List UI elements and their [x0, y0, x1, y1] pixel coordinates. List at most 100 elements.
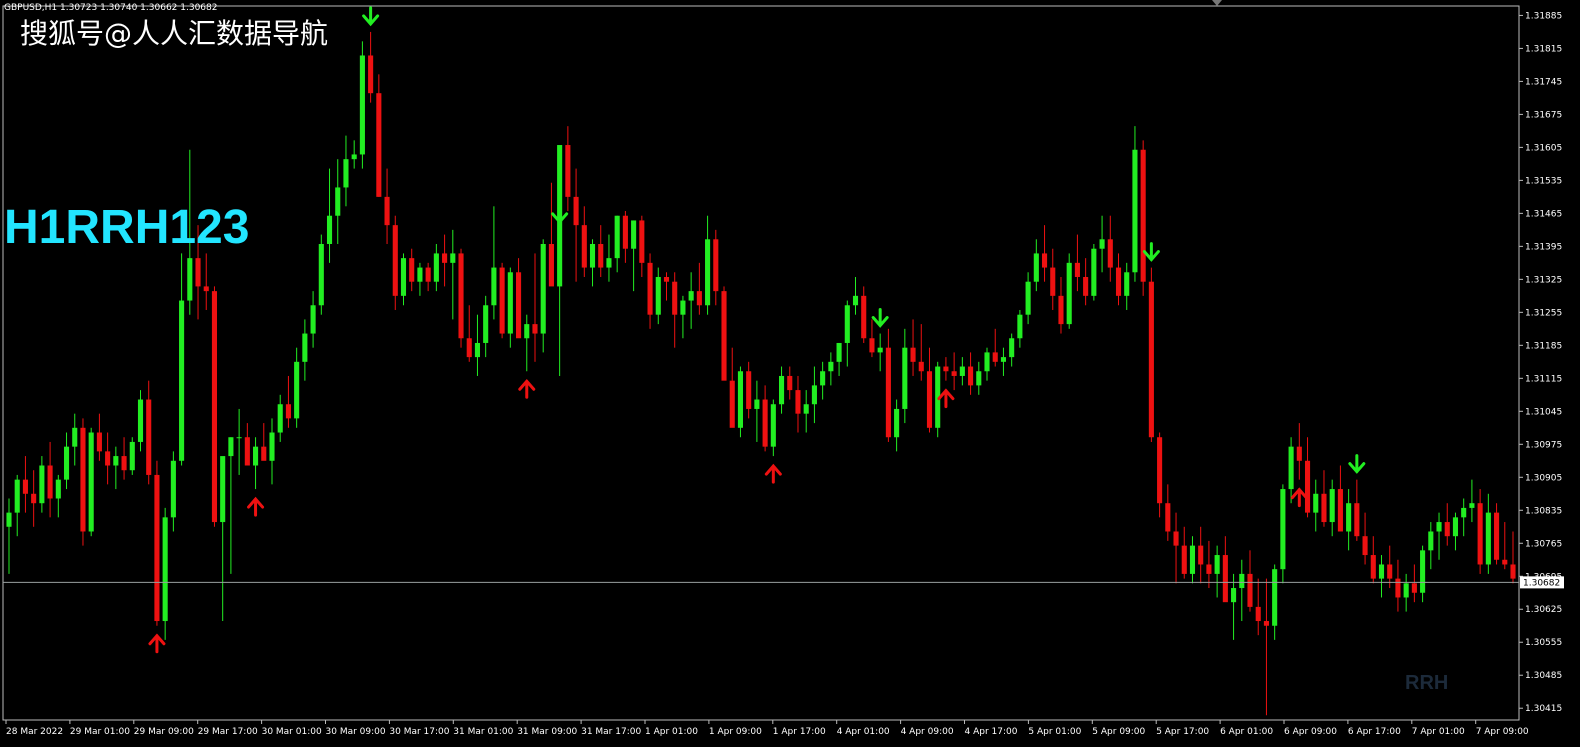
- candle-body: [105, 451, 111, 466]
- candle-body: [1107, 239, 1113, 268]
- x-tick-label: 29 Mar 09:00: [134, 727, 194, 737]
- candle-body: [861, 295, 867, 339]
- candle-body: [1050, 267, 1056, 296]
- candle-body: [129, 441, 135, 471]
- candle-body: [1346, 503, 1352, 532]
- candle-body: [179, 300, 185, 461]
- candle-body: [902, 347, 908, 409]
- candle-body: [688, 291, 694, 301]
- candle-body: [1313, 493, 1319, 513]
- candle-body: [474, 342, 481, 358]
- candle-body: [1066, 262, 1072, 325]
- candle-body: [1033, 253, 1039, 282]
- y-tick-label: 1.31535: [1525, 176, 1562, 186]
- candle-body: [1452, 517, 1459, 537]
- candle-body: [524, 324, 530, 339]
- candle-body: [622, 215, 628, 249]
- candle-body: [442, 253, 448, 263]
- candle-body: [631, 220, 637, 249]
- candle-body: [72, 427, 78, 447]
- candle-body: [1469, 503, 1475, 508]
- buy-arrow-icon: [247, 496, 265, 517]
- candle-body: [170, 460, 176, 518]
- candle-body: [1288, 446, 1294, 490]
- candle-body: [787, 375, 793, 391]
- candle-body: [968, 366, 974, 386]
- candle-body: [1157, 437, 1163, 504]
- x-tick-label: 5 Apr 09:00: [1092, 727, 1145, 737]
- candle-body: [1132, 149, 1138, 273]
- y-tick-label: 1.31395: [1525, 242, 1562, 252]
- candle-body: [976, 371, 982, 386]
- candle-body: [409, 258, 415, 282]
- candle-body: [253, 446, 259, 466]
- candle-body: [811, 385, 817, 405]
- candle-body: [425, 267, 431, 282]
- candle-body: [1502, 559, 1508, 565]
- x-tick-label: 7 Apr 09:00: [1476, 727, 1529, 737]
- buy-arrow-icon: [518, 378, 536, 399]
- x-tick-label: 7 Apr 01:00: [1412, 727, 1465, 737]
- y-tick-label: 1.31815: [1525, 44, 1562, 54]
- candle-body: [1329, 489, 1335, 523]
- candle-body: [368, 55, 374, 94]
- candle-body: [1280, 489, 1286, 570]
- candle-body: [910, 347, 916, 362]
- candle-body: [778, 375, 785, 405]
- y-tick-label: 1.31465: [1525, 209, 1562, 219]
- candle-body: [672, 281, 678, 315]
- candle-body: [1403, 583, 1409, 598]
- candle-body: [1378, 564, 1385, 579]
- buy-arrow-icon: [148, 633, 166, 654]
- candle-body: [1304, 460, 1311, 513]
- candle-body: [261, 446, 267, 461]
- candle-body: [1485, 512, 1491, 565]
- candle-body: [573, 196, 579, 226]
- candle-body: [1510, 564, 1516, 579]
- candle-body: [639, 220, 645, 263]
- candle-body: [384, 196, 390, 226]
- candle-body: [1436, 522, 1442, 532]
- buy-arrow-icon: [1290, 487, 1308, 508]
- candle-body: [318, 244, 324, 306]
- x-tick-label: 28 Mar 2022: [6, 727, 63, 737]
- candle-body: [647, 262, 653, 315]
- rrh-watermark: RRH: [1405, 672, 1449, 694]
- candle-body: [1091, 248, 1097, 296]
- x-tick-label: 1 Apr 01:00: [645, 727, 698, 737]
- candle-body: [1173, 531, 1179, 546]
- sell-arrow-icon: [551, 204, 569, 225]
- candle-body: [606, 258, 612, 268]
- candle-body: [1231, 588, 1237, 603]
- sell-arrow-icon: [1142, 242, 1160, 262]
- candle-body: [918, 361, 924, 372]
- candle-body: [154, 474, 160, 622]
- x-tick-label: 6 Apr 01:00: [1220, 727, 1273, 737]
- candle-body: [1198, 545, 1204, 565]
- candle-body: [6, 512, 12, 527]
- candle-body: [55, 479, 61, 499]
- candle-body: [1058, 295, 1064, 325]
- candle-body: [1362, 536, 1368, 556]
- candle-body: [721, 291, 727, 381]
- candle-body: [1337, 489, 1343, 532]
- candle-body: [433, 253, 439, 282]
- candle-body: [1017, 314, 1023, 339]
- candle-body: [1025, 281, 1031, 315]
- plot-frame: [2, 5, 1520, 721]
- candle-body: [1115, 267, 1122, 296]
- candle-body: [359, 55, 365, 155]
- candle-body: [795, 390, 801, 414]
- x-tick-label: 29 Mar 17:00: [198, 727, 258, 737]
- candlestick-chart[interactable]: 1.31885 1.31815 1.31745 1.31675 1.31605 1.315…: [0, 0, 1580, 747]
- candle-body: [483, 305, 489, 343]
- candle-body: [1181, 545, 1187, 574]
- candle-body: [1411, 583, 1417, 593]
- candle-body: [343, 159, 349, 188]
- candle-body: [1165, 503, 1171, 532]
- candle-body: [1189, 545, 1196, 574]
- candle-body: [713, 239, 719, 292]
- x-tick-label: 31 Mar 09:00: [517, 727, 577, 737]
- candle-body: [137, 399, 144, 442]
- candle-body: [96, 432, 102, 452]
